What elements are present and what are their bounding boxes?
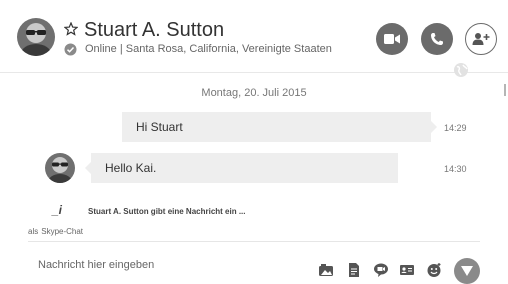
conversation-header: Stuart A. Sutton Online | Santa Rosa, Ca… xyxy=(0,0,508,77)
send-icon xyxy=(461,266,473,276)
add-participants-button[interactable] xyxy=(465,23,497,55)
status-separator: | xyxy=(119,43,123,55)
phone-icon xyxy=(431,33,443,45)
typing-indicator-text: Stuart A. Sutton gibt eine Nachricht ein… xyxy=(88,207,246,216)
date-separator: Montag, 20. Juli 2015 xyxy=(201,87,307,99)
star-icon[interactable] xyxy=(64,22,78,36)
message-time: 14:29 xyxy=(444,123,467,133)
chat-service-prefix: als xyxy=(28,227,39,236)
video-call-button[interactable] xyxy=(376,23,408,55)
online-status-icon xyxy=(64,43,77,56)
send-contact-icon[interactable] xyxy=(399,262,415,278)
status-line: Online | Santa Rosa, California, Vereini… xyxy=(85,43,332,55)
message-input[interactable] xyxy=(38,256,298,274)
status-text: Online xyxy=(85,43,117,55)
outgoing-message[interactable]: Hi Stuart xyxy=(122,112,437,142)
send-file-icon[interactable] xyxy=(346,262,362,278)
composer-divider xyxy=(28,241,480,242)
sender-avatar[interactable] xyxy=(45,153,75,183)
contact-name: Stuart A. Sutton xyxy=(84,19,225,41)
location-text: Santa Rosa, California, Vereinigte Staat… xyxy=(125,43,332,55)
add-person-icon xyxy=(472,33,490,45)
chat-service-selector[interactable]: Skype-Chat xyxy=(41,227,83,236)
message-time: 14:30 xyxy=(444,164,467,174)
incoming-message[interactable]: Hello Kai. xyxy=(85,153,398,183)
emoticon-icon[interactable] xyxy=(426,262,442,278)
video-message-icon[interactable] xyxy=(373,262,389,278)
video-camera-icon xyxy=(384,34,400,44)
typing-indicator-icon: _i xyxy=(52,203,63,217)
audio-call-button[interactable] xyxy=(421,23,453,55)
send-button[interactable] xyxy=(454,258,480,284)
chat-service-line: als Skype-Chat xyxy=(28,227,83,236)
globe-icon xyxy=(454,63,468,77)
send-photo-icon[interactable] xyxy=(318,262,334,278)
contact-avatar[interactable] xyxy=(17,18,55,56)
